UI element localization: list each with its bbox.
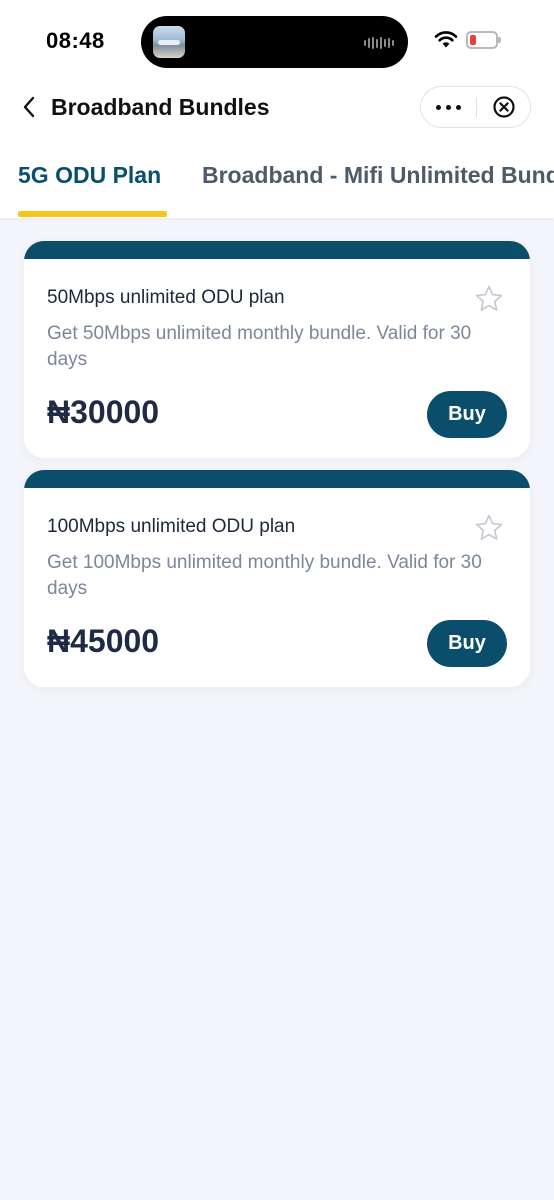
tab-broadband-mifi-unlimited[interactable]: Broadband - Mifi Unlimited Bundles bbox=[202, 162, 554, 189]
status-time: 08:48 bbox=[46, 28, 105, 53]
buy-button[interactable]: Buy bbox=[427, 391, 507, 438]
active-tab-indicator bbox=[18, 211, 167, 217]
buy-button[interactable]: Buy bbox=[427, 620, 507, 667]
plan-title: 100Mbps unlimited ODU plan bbox=[47, 516, 296, 537]
star-outline-icon[interactable] bbox=[473, 512, 505, 544]
more-button[interactable] bbox=[421, 87, 476, 127]
wifi-icon bbox=[434, 31, 458, 48]
card-header-band bbox=[24, 241, 530, 259]
plan-tabs: 5G ODU Plan Broadband - Mifi Unlimited B… bbox=[0, 136, 554, 218]
plan-title: 50Mbps unlimited ODU plan bbox=[47, 287, 285, 308]
dynamic-island[interactable] bbox=[141, 16, 408, 68]
plan-description: Get 50Mbps unlimited monthly bundle. Val… bbox=[47, 323, 472, 370]
plan-card: 50Mbps unlimited ODU plan Get 50Mbps unl… bbox=[24, 241, 530, 458]
chevron-left-icon bbox=[23, 96, 35, 118]
star-outline-icon[interactable] bbox=[473, 283, 505, 315]
circle-close-icon bbox=[493, 96, 515, 118]
status-bar: 08:48 bbox=[0, 0, 554, 80]
plan-price: ₦30000 bbox=[47, 394, 160, 430]
plan-price: ₦45000 bbox=[47, 623, 160, 659]
mini-program-capsule bbox=[420, 86, 531, 128]
card-header-band bbox=[24, 470, 530, 488]
audio-waveform-icon bbox=[364, 37, 394, 49]
now-playing-thumbnail bbox=[153, 26, 185, 58]
close-button[interactable] bbox=[477, 87, 531, 127]
tab-5g-odu-plan[interactable]: 5G ODU Plan bbox=[18, 162, 161, 189]
back-button[interactable] bbox=[14, 92, 44, 122]
card-body: 50Mbps unlimited ODU plan Get 50Mbps unl… bbox=[24, 259, 530, 458]
page-title: Broadband Bundles bbox=[51, 94, 270, 120]
plan-card: 100Mbps unlimited ODU plan Get 100Mbps u… bbox=[24, 470, 530, 687]
more-horizontal-icon bbox=[436, 104, 441, 110]
plan-description: Get 100Mbps unlimited monthly bundle. Va… bbox=[47, 552, 482, 599]
card-body: 100Mbps unlimited ODU plan Get 100Mbps u… bbox=[24, 488, 530, 687]
app-header: Broadband Bundles bbox=[0, 80, 554, 136]
battery-low-icon bbox=[466, 31, 501, 49]
